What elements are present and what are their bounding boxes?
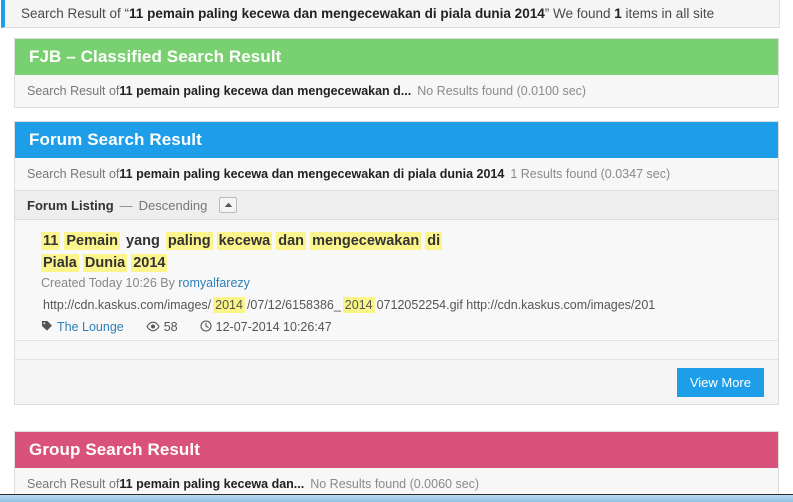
forum-listing-bar: Forum Listing — Descending: [15, 190, 778, 220]
forum-category-group: The Lounge: [41, 320, 124, 334]
author-link[interactable]: romyalfarezy: [178, 276, 250, 290]
view-more-button[interactable]: View More: [676, 367, 764, 397]
panel-fjb-summary: Search Result of 11 pemain paling kecewa…: [15, 75, 778, 107]
forum-views-group: 58: [146, 320, 178, 334]
panel-forum-search: Forum Search Result Search Result of 11 …: [14, 121, 779, 405]
panel-fjb-header: FJB – Classified Search Result: [15, 39, 778, 75]
title-token: yang: [126, 233, 160, 249]
global-search-summary: Search Result of “11 pemain paling kecew…: [1, 0, 780, 28]
created-text: Created Today 10:26 By: [41, 276, 179, 290]
forum-listing-sort-order: Descending: [138, 197, 208, 213]
result-list-divider: [15, 340, 778, 360]
tag-icon: [41, 320, 53, 334]
forum-timestamp: 12-07-2014 10:26:47: [215, 320, 332, 334]
title-token: paling: [165, 232, 213, 250]
forum-result-title[interactable]: 11 Pemain yang paling kecewa dan mengece…: [41, 230, 471, 274]
global-summary-prefix: Search Result of “: [21, 6, 130, 21]
panel-group-search: Group Search Result Search Result of 11 …: [14, 431, 779, 501]
global-summary-suffix-close: items in all site: [621, 6, 715, 21]
title-token: dan: [276, 232, 307, 250]
forum-category-link[interactable]: The Lounge: [57, 320, 124, 334]
title-token: kecewa: [216, 232, 273, 250]
title-token: 2014: [131, 254, 168, 272]
forum-result-created: Created Today 10:26 By romyalfarezy: [41, 276, 778, 290]
panel-forum-summary-meta: 1 Results found (0.0347 sec): [510, 167, 671, 181]
global-summary-count: 1: [614, 6, 622, 21]
url-token: 2014: [213, 297, 245, 313]
panel-group-summary-meta: No Results found (0.0060 sec): [310, 477, 480, 491]
search-results-page: Search Result of “11 pemain paling kecew…: [0, 0, 793, 502]
url-token: /07/12/6158386_: [246, 298, 341, 312]
panel-forum-summary-prefix: Search Result of: [27, 167, 120, 181]
title-token: Pemain: [64, 232, 120, 250]
global-summary-query: 11 pemain paling kecewa dan mengecewakan…: [129, 6, 545, 21]
forum-result-meta: The Lounge 58 12-07-2014 10:26:47: [41, 320, 778, 334]
panel-group-header: Group Search Result: [15, 432, 778, 468]
forum-result-item: 11 Pemain yang paling kecewa dan mengece…: [15, 220, 778, 340]
panel-fjb-classified: FJB – Classified Search Result Search Re…: [14, 38, 779, 108]
panel-group-summary-query: 11 pemain paling kecewa dan...: [119, 477, 305, 491]
title-token: di: [425, 232, 443, 250]
panel-group-title: Group Search Result: [29, 440, 200, 459]
url-token: 2014: [342, 297, 375, 313]
forum-views-count: 58: [163, 320, 178, 334]
global-summary-text: Search Result of “11 pemain paling kecew…: [21, 6, 714, 21]
url-token: 0712052254.gif http://cdn.kaskus.com/ima…: [376, 298, 656, 312]
forum-listing-dash: —: [119, 197, 133, 213]
forum-panel-footer: View More: [15, 360, 778, 404]
panel-forum-summary: Search Result of 11 pemain paling kecewa…: [15, 158, 778, 190]
panel-group-summary-prefix: Search Result of: [27, 477, 120, 491]
title-token: Dunia: [82, 254, 128, 272]
panel-fjb-summary-meta: No Results found (0.0100 sec): [417, 84, 587, 98]
panel-fjb-title: FJB – Classified Search Result: [29, 47, 282, 66]
panel-forum-title: Forum Search Result: [29, 130, 202, 149]
forum-timestamp-group: 12-07-2014 10:26:47: [200, 320, 332, 334]
panel-fjb-summary-prefix: Search Result of: [27, 84, 120, 98]
url-token: http://cdn.kaskus.com/images/: [43, 298, 212, 312]
panel-forum-header: Forum Search Result: [15, 122, 778, 158]
clock-icon: [200, 320, 212, 334]
panel-fjb-summary-query: 11 pemain paling kecewa dan mengecewakan…: [119, 84, 412, 98]
eye-icon: [146, 321, 160, 334]
forum-result-snippet-url: http://cdn.kaskus.com/images/2014/07/12/…: [41, 297, 778, 313]
title-token: mengecewakan: [310, 232, 422, 250]
title-token: 11: [41, 232, 61, 250]
panel-forum-summary-query: 11 pemain paling kecewa dan mengecewakan…: [119, 167, 505, 181]
global-summary-suffix-open: ” We found: [544, 6, 615, 21]
chevron-up-icon[interactable]: [219, 197, 238, 213]
os-taskbar-sliver: [0, 494, 793, 502]
forum-listing-label: Forum Listing: [27, 197, 114, 213]
title-token: Piala: [41, 254, 79, 272]
